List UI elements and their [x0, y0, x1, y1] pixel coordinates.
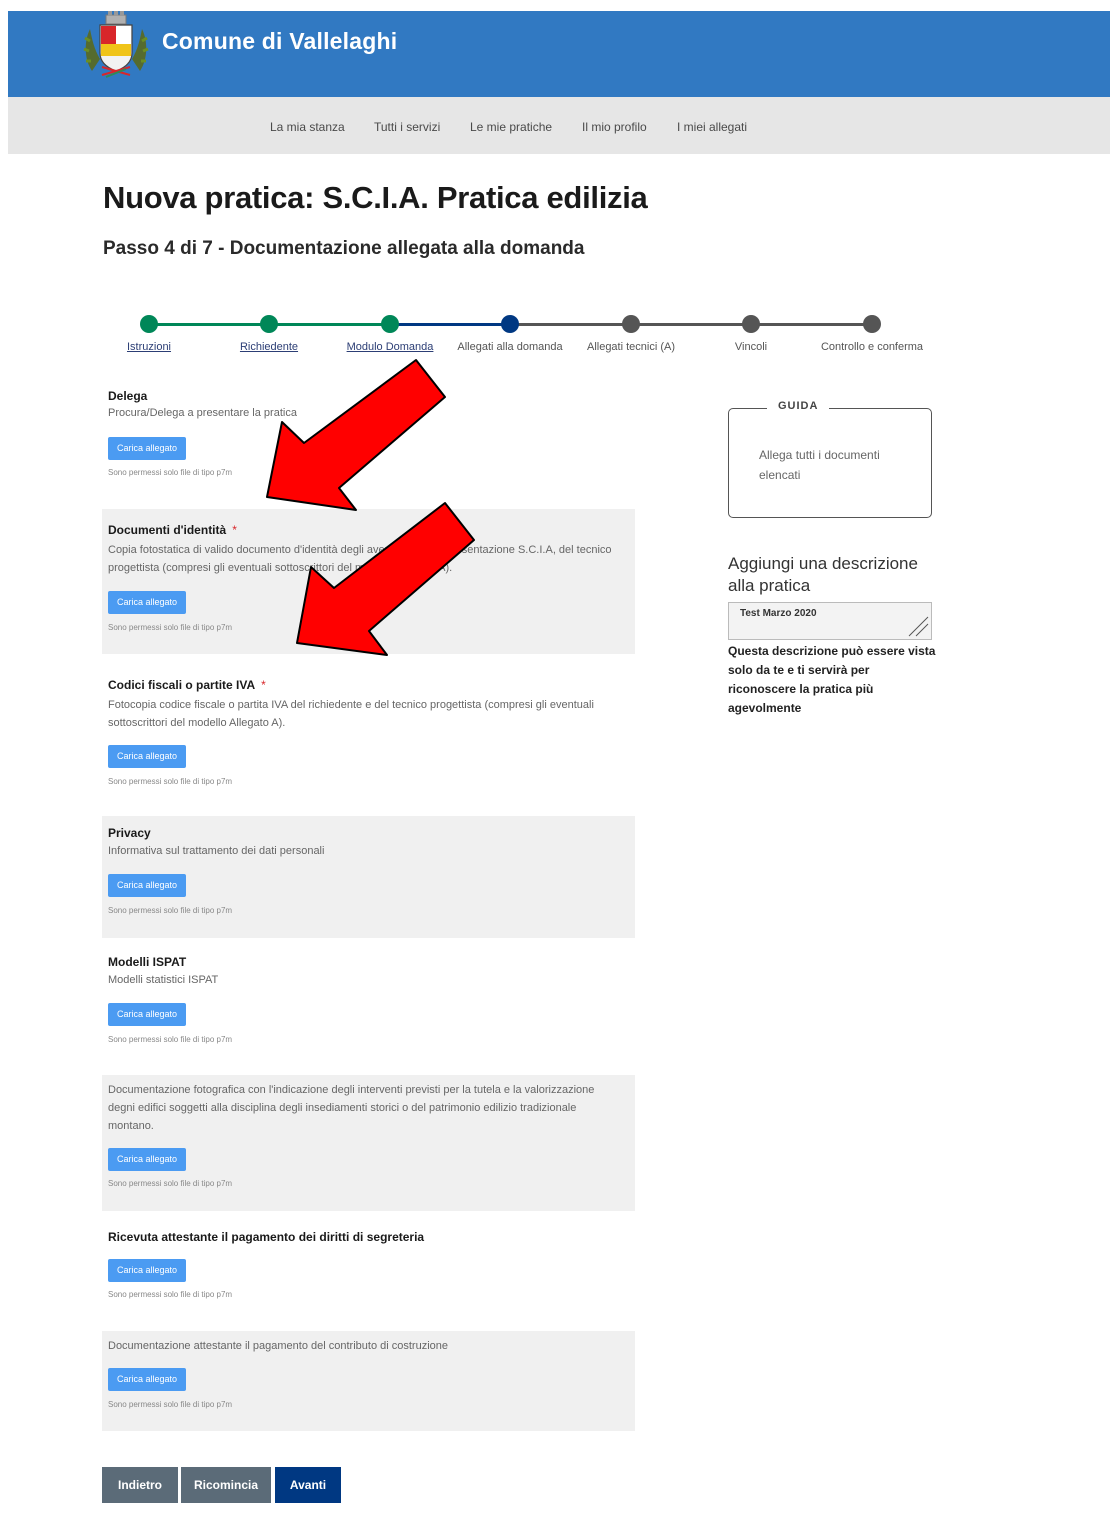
stepper-line-current	[390, 323, 510, 326]
site-name[interactable]: Comune di Vallelaghi	[162, 28, 397, 55]
guide-box: GUIDA Allega tutti i documenti elencati	[728, 400, 932, 518]
attachment-delega: Delega Procura/Delega a presentare la pr…	[102, 378, 635, 508]
attachment-modelli-ispat: Modelli ISPAT Modelli statistici ISPAT C…	[102, 945, 635, 1070]
required-marker: *	[261, 678, 266, 692]
attachment-title: Ricevuta attestante il pagamento dei dir…	[108, 1230, 425, 1244]
resize-handle-icon[interactable]	[907, 615, 929, 637]
municipality-crest-icon[interactable]	[82, 11, 150, 81]
step-dot-vincoli	[742, 315, 760, 333]
step-label-vincoli: Vincoli	[734, 341, 768, 353]
description-note: Questa descrizione può essere vista solo…	[728, 644, 936, 715]
back-button[interactable]: Indietro	[102, 1467, 178, 1503]
attachment-codici-fiscali: Codici fiscali o partite IVA * Fotocopia …	[102, 664, 635, 814]
stepper-line-todo	[510, 323, 872, 326]
main-nav: La mia stanza Tutti i servizi Le mie pra…	[8, 97, 1110, 154]
guide-text: Allega tutti i documenti elencati	[759, 448, 880, 482]
file-type-hint: Sono permessi solo file di tipo p7m	[108, 1035, 233, 1044]
attachment-title: Documenti d'identità *	[108, 523, 237, 537]
upload-button[interactable]: Carica allegato	[108, 437, 186, 460]
nav-la-mia-stanza[interactable]: La mia stanza	[270, 120, 345, 134]
attachment-documenti-identita: Documenti d'identità * Copia fotostatica …	[102, 509, 635, 654]
description-value: Test Marzo 2020	[740, 608, 817, 619]
step-label-controllo-conferma: Controllo e conferma	[820, 341, 924, 353]
step-label-istruzioni[interactable]: Istruzioni	[127, 341, 171, 353]
file-type-hint: Sono permessi solo file di tipo p7m	[108, 1400, 233, 1409]
page: Comune di Vallelaghi La mia stanza Tutti…	[0, 0, 1110, 1513]
step-label-modulo-domanda[interactable]: Modulo Domanda	[347, 341, 434, 353]
restart-button[interactable]: Ricomincia	[181, 1467, 271, 1503]
step-dot-allegati-domanda	[501, 315, 519, 333]
description-textarea[interactable]: Test Marzo 2020	[728, 602, 932, 640]
attachment-title: Modelli ISPAT	[108, 955, 187, 969]
file-type-hint: Sono permessi solo file di tipo p7m	[108, 906, 233, 915]
step-dot-controllo-conferma	[863, 315, 881, 333]
attachment-privacy: Privacy Informativa sul trattamento dei …	[102, 816, 635, 938]
upload-button[interactable]: Carica allegato	[108, 874, 186, 897]
step-label-allegati-domanda: Allegati alla domanda	[457, 341, 563, 353]
step-dot-allegati-tecnici	[622, 315, 640, 333]
file-type-hint: Sono permessi solo file di tipo p7m	[108, 623, 233, 632]
attachment-contributo-costruzione: Documentazione attestante il pagamento d…	[102, 1331, 635, 1431]
file-type-hint: Sono permessi solo file di tipo p7m	[108, 468, 233, 477]
attachment-description: Documentazione fotografica con l'indicaz…	[108, 1084, 595, 1132]
nav-il-mio-profilo[interactable]: Il mio profilo	[582, 120, 647, 134]
nav-tutti-i-servizi[interactable]: Tutti i servizi	[374, 120, 440, 134]
attachment-description: Modelli statistici ISPAT	[108, 974, 219, 986]
step-label-allegati-tecnici: Allegati tecnici (A)	[586, 341, 676, 353]
page-title: Nuova pratica: S.C.I.A. Pratica edilizia	[103, 180, 648, 215]
attachment-description: Informativa sul trattamento dei dati per…	[108, 845, 325, 857]
step-dot-istruzioni[interactable]	[140, 315, 158, 333]
attachment-description: Fotocopia codice fiscale o partita IVA d…	[108, 699, 594, 729]
file-type-hint: Sono permessi solo file di tipo p7m	[108, 1179, 233, 1188]
attachment-description: Procura/Delega a presentare la pratica	[108, 407, 297, 419]
next-button[interactable]: Avanti	[275, 1467, 341, 1503]
guide-title: GUIDA	[767, 400, 830, 412]
upload-button[interactable]: Carica allegato	[108, 591, 186, 614]
step-dot-richiedente[interactable]	[260, 315, 278, 333]
attachment-ricevuta-diritti-segreteria: Ricevuta attestante il pagamento dei dir…	[102, 1220, 635, 1325]
attachment-documentazione-fotografica: Documentazione fotografica con l'indicaz…	[102, 1075, 635, 1211]
upload-button[interactable]: Carica allegato	[108, 1003, 186, 1026]
attachment-description: Documentazione attestante il pagamento d…	[108, 1340, 448, 1352]
attachment-title: Privacy	[108, 826, 151, 840]
step-dot-modulo-domanda[interactable]	[381, 315, 399, 333]
description-heading: Aggiungi una descrizione alla pratica	[728, 554, 918, 595]
file-type-hint: Sono permessi solo file di tipo p7m	[108, 777, 233, 786]
nav-i-miei-allegati[interactable]: I miei allegati	[677, 120, 747, 134]
attachment-description: Copia fotostatica di valido documento d'…	[108, 544, 612, 574]
upload-button[interactable]: Carica allegato	[108, 1148, 186, 1171]
upload-button[interactable]: Carica allegato	[108, 1259, 186, 1282]
step-label-richiedente[interactable]: Richiedente	[240, 341, 298, 353]
attachment-title: Delega	[108, 389, 148, 403]
upload-button[interactable]: Carica allegato	[108, 1368, 186, 1391]
attachment-title: Codici fiscali o partite IVA *	[108, 678, 266, 692]
nav-le-mie-pratiche[interactable]: Le mie pratiche	[470, 120, 552, 134]
upload-button[interactable]: Carica allegato	[108, 745, 186, 768]
file-type-hint: Sono permessi solo file di tipo p7m	[108, 1290, 233, 1299]
step-subtitle: Passo 4 di 7 - Documentazione allegata a…	[103, 238, 585, 259]
required-marker: *	[232, 523, 237, 537]
